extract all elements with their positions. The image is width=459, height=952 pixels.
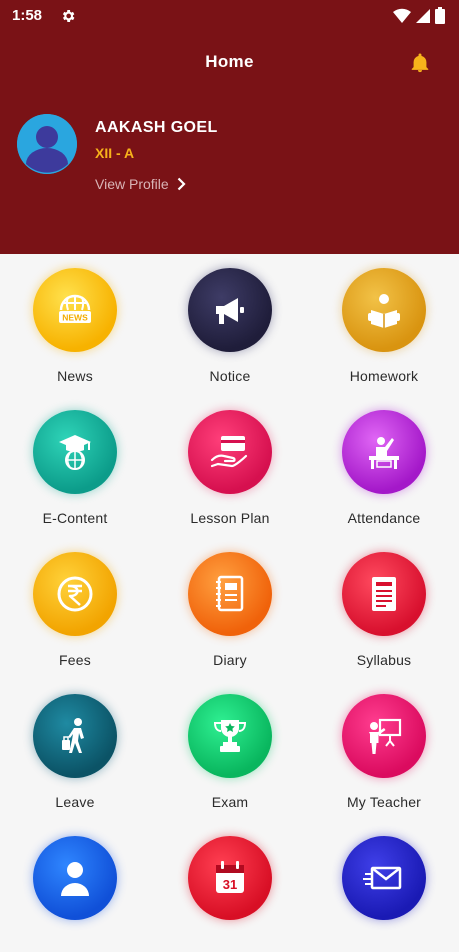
menu-item-e-content[interactable]: E-Content (10, 396, 140, 526)
menu-grid: NEWS News Notice Homework E-Content Less… (0, 254, 459, 920)
svg-text:31: 31 (223, 877, 237, 892)
notebook-icon (216, 575, 244, 612)
status-bar: 1:58 (0, 0, 459, 32)
menu-icon-circle (342, 694, 426, 778)
teacher-raising-hand-icon (369, 437, 399, 469)
menu-item-exam[interactable]: Exam (165, 680, 295, 810)
menu-item-label: Notice (209, 368, 251, 384)
view-profile-link[interactable]: View Profile (95, 176, 186, 192)
menu-item-label: Leave (55, 794, 95, 810)
trophy-icon (213, 720, 247, 752)
menu-icon-circle: 31 (188, 836, 272, 920)
menu-item-label: Diary (213, 652, 247, 668)
user-name: AAKASH GOEL (95, 119, 218, 136)
app-header: 1:58 Home AAKASH GOEL XII - A View Profi… (0, 0, 459, 254)
envelope-icon (363, 866, 402, 890)
menu-icon-circle: NEWS (33, 268, 117, 352)
menu-item-label: Exam (211, 794, 249, 810)
menu-item-notice[interactable]: Notice (165, 254, 295, 384)
user-avatar-icon (17, 114, 77, 174)
news-globe-icon: NEWS (59, 294, 91, 323)
menu-item-label: Homework (349, 368, 419, 384)
menu-item-calendar[interactable]: 31 (165, 822, 295, 952)
megaphone-icon (216, 298, 244, 324)
card-in-hand-icon (210, 436, 248, 468)
menu-item-syllabus[interactable]: Syllabus (319, 538, 449, 668)
menu-item-diary[interactable]: Diary (165, 538, 295, 668)
battery-icon (435, 7, 445, 24)
menu-item-news[interactable]: NEWS News (10, 254, 140, 384)
menu-icon-circle (33, 694, 117, 778)
menu-item-label: Syllabus (356, 652, 412, 668)
menu-icon-circle (188, 268, 272, 352)
menu-icon-circle (188, 694, 272, 778)
menu-item-lesson-plan[interactable]: Lesson Plan (165, 396, 295, 526)
menu-item-label: News (57, 368, 93, 384)
menu-icon-circle (188, 410, 272, 494)
menu-icon-circle (342, 552, 426, 636)
avatar[interactable] (17, 114, 77, 174)
person-icon (61, 862, 89, 896)
menu-item-label: Fees (59, 652, 91, 668)
user-class: XII - A (95, 145, 135, 161)
view-profile-label: View Profile (95, 176, 169, 192)
menu-item-my-teacher[interactable]: My Teacher (319, 680, 449, 810)
wifi-icon (393, 8, 411, 23)
svg-text:NEWS: NEWS (62, 313, 88, 323)
rupee-coin-icon (57, 576, 93, 612)
teacher-board-icon (369, 718, 402, 754)
menu-item-label: E-Content (42, 510, 108, 526)
status-indicators (393, 7, 445, 24)
menu-item-label: My Teacher (346, 794, 422, 810)
menu-item-fees[interactable]: Fees (10, 538, 140, 668)
menu-icon-circle (342, 836, 426, 920)
menu-item-label: Attendance (347, 510, 421, 526)
menu-item-label: Lesson Plan (190, 510, 270, 526)
graduation-globe-icon (59, 435, 91, 470)
menu-icon-circle (188, 552, 272, 636)
menu-item-profile[interactable] (10, 822, 140, 952)
menu-item-messages[interactable] (319, 822, 449, 952)
traveler-luggage-icon (62, 718, 84, 753)
document-icon (372, 577, 396, 611)
chevron-right-icon (177, 177, 186, 191)
menu-icon-circle (33, 410, 117, 494)
menu-item-leave[interactable]: Leave (10, 680, 140, 810)
page-title: Home (205, 52, 254, 71)
notification-bell-icon[interactable] (409, 52, 431, 74)
menu-icon-circle (342, 268, 426, 352)
settings-gear-icon (62, 10, 75, 22)
menu-item-homework[interactable]: Homework (319, 254, 449, 384)
menu-icon-circle (33, 552, 117, 636)
menu-item-attendance[interactable]: Attendance (319, 396, 449, 526)
reading-student-icon (368, 294, 400, 328)
menu-icon-circle (342, 410, 426, 494)
calendar-icon: 31 (216, 861, 244, 893)
status-time: 1:58 (12, 7, 43, 24)
signal-icon (416, 8, 430, 23)
menu-icon-circle (33, 836, 117, 920)
